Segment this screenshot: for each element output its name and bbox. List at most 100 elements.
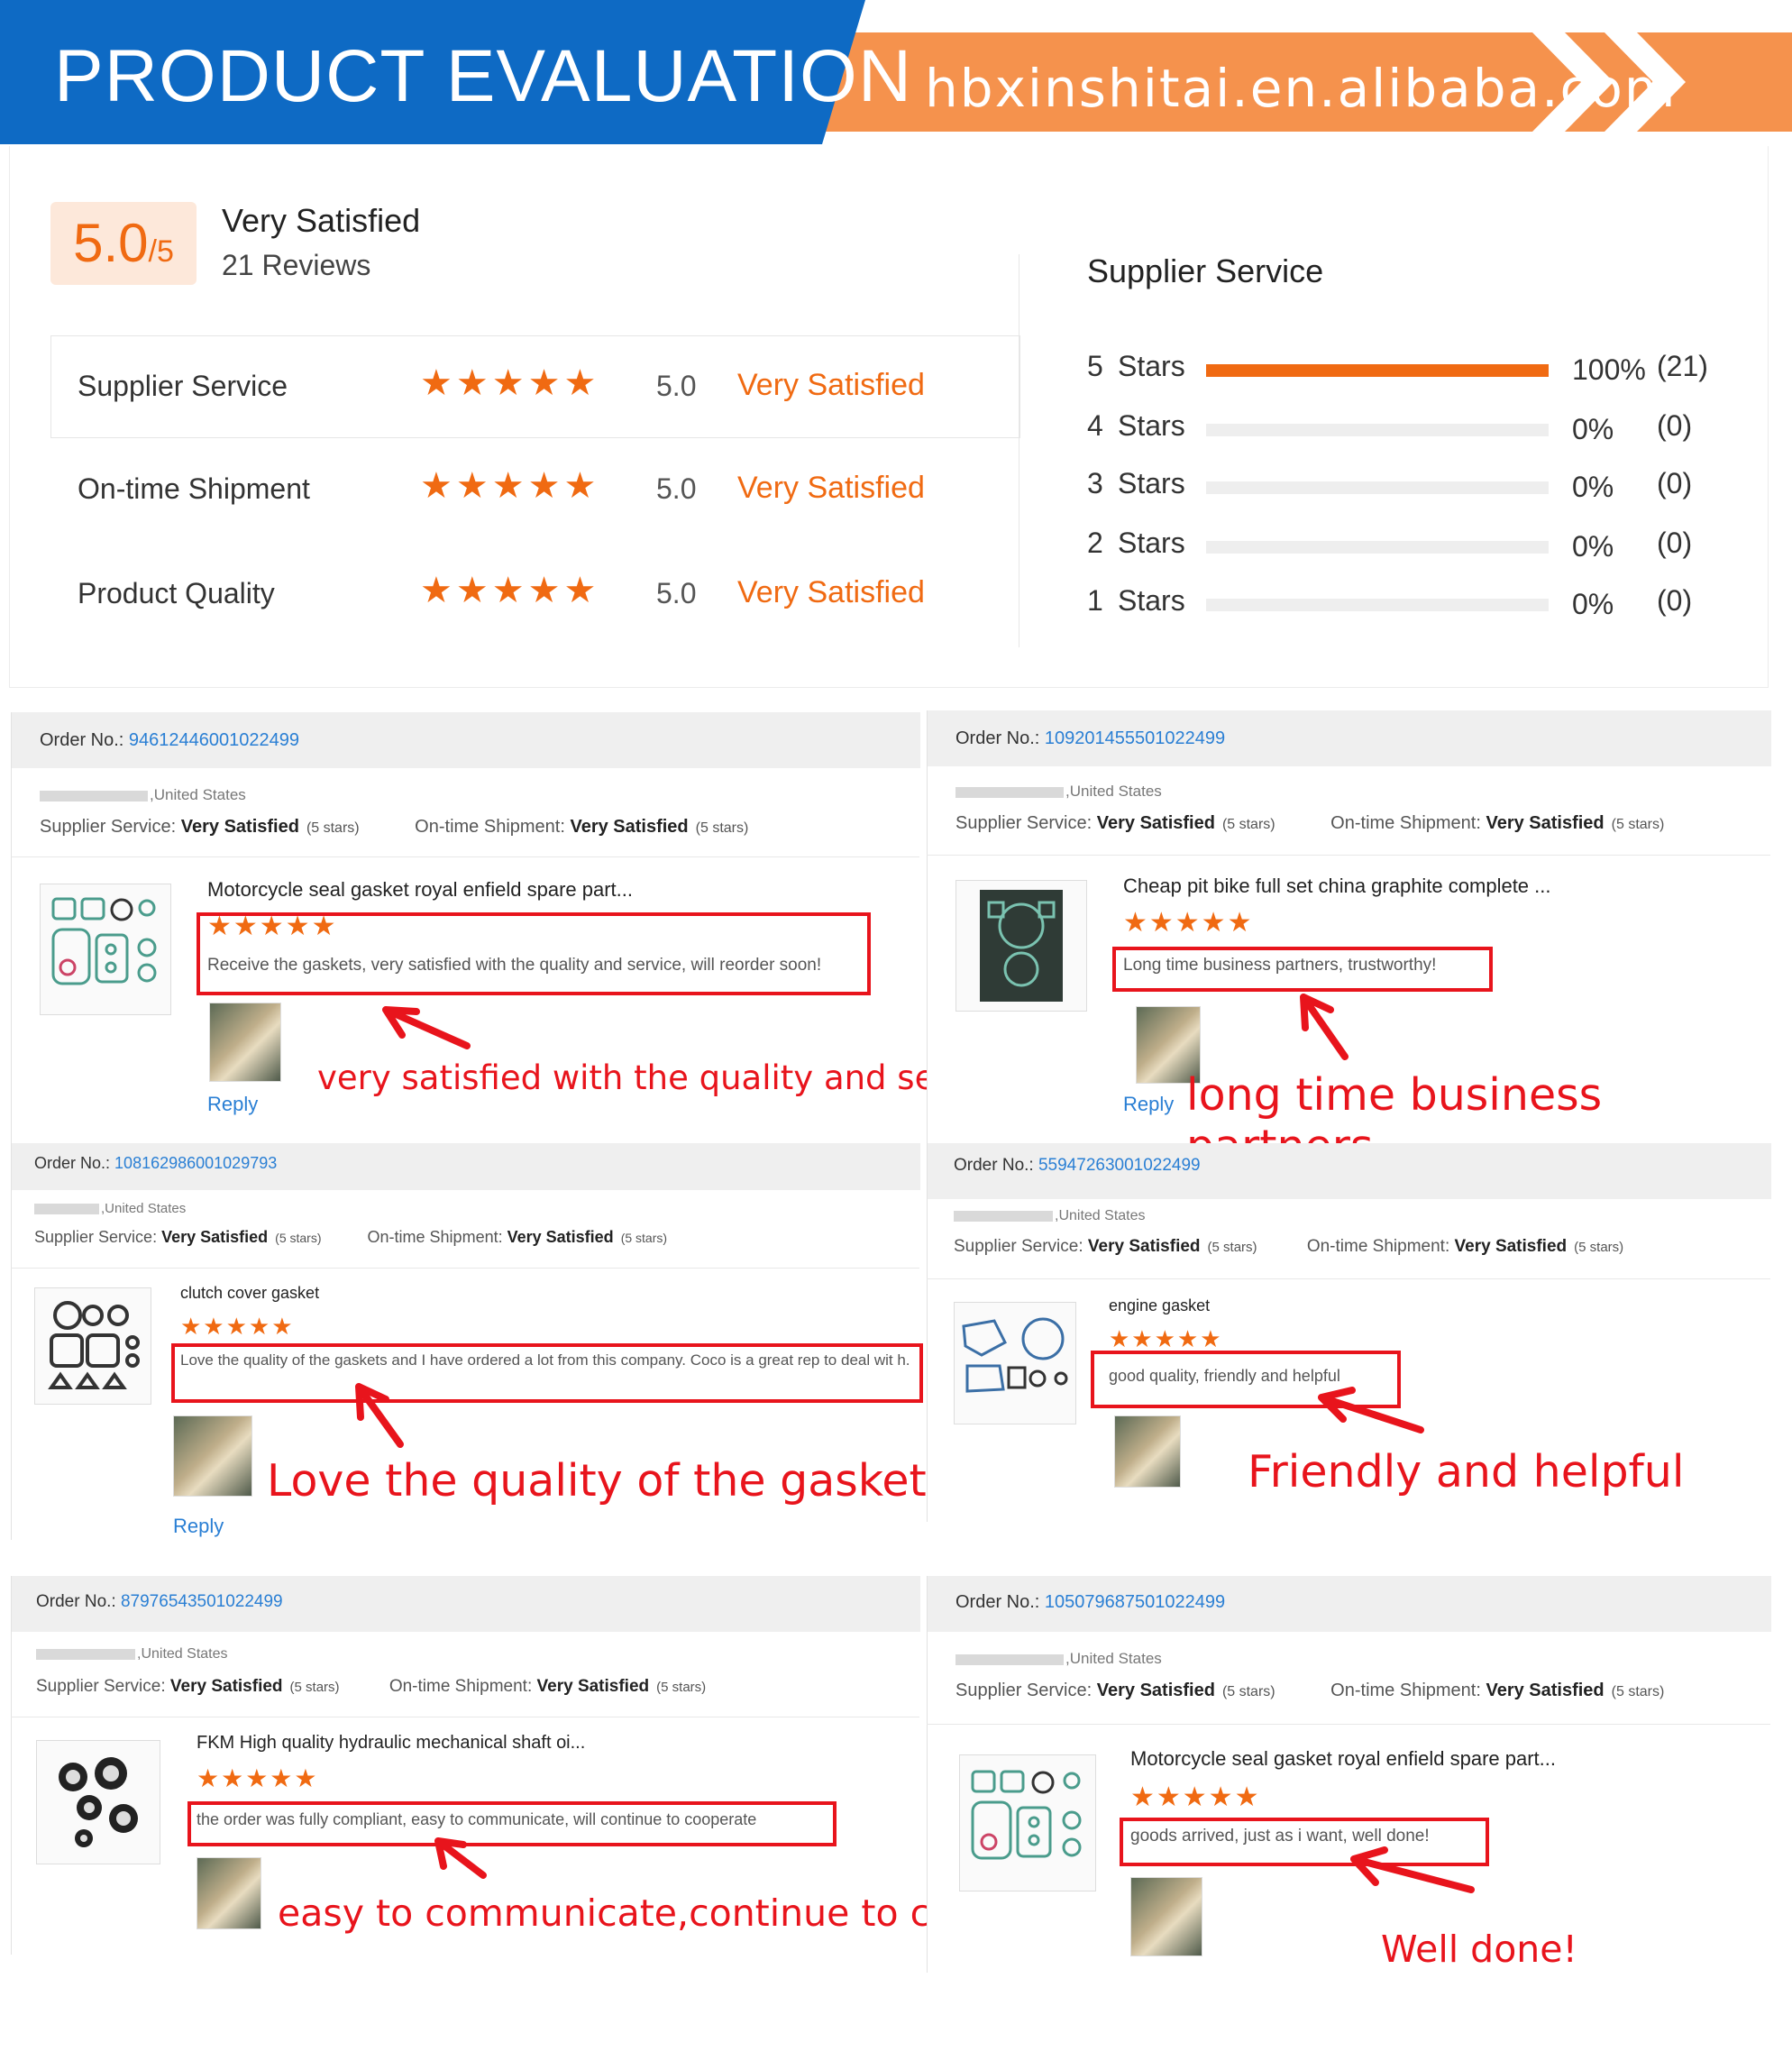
gasket-set-icon xyxy=(962,1317,1068,1393)
star-level-number: 2 xyxy=(1087,527,1103,559)
order-number-value[interactable]: 108162986001029793 xyxy=(114,1154,277,1172)
reply-link[interactable]: Reply xyxy=(1123,1093,1174,1116)
distribution-count: (21) xyxy=(1657,350,1708,382)
store-url: hbxinshitai.en.alibaba.com xyxy=(925,58,1678,119)
order-number[interactable]: Order No.: 87976543501022499 xyxy=(36,1592,283,1612)
review-photo[interactable] xyxy=(1114,1415,1181,1488)
arrow-icon xyxy=(382,1006,471,1049)
review-photo[interactable] xyxy=(209,1003,281,1082)
review-photo[interactable] xyxy=(173,1415,252,1497)
annotation-callout: Well done! xyxy=(1381,1928,1577,1971)
distribution-percent: 0% xyxy=(1572,413,1614,445)
review-text: Love the quality of the gaskets and I ha… xyxy=(180,1351,910,1369)
order-number[interactable]: Order No.: 55947263001022499 xyxy=(954,1156,1201,1176)
overall-score: 5.0 xyxy=(73,213,149,273)
distribution-bar xyxy=(1206,599,1549,611)
product-title[interactable]: Cheap pit bike full set china graphite c… xyxy=(1123,875,1551,898)
order-ratings: Supplier Service: Very Satisfied (5 stars… xyxy=(36,1677,706,1697)
review-photo[interactable] xyxy=(197,1857,261,1929)
distribution-bar-fill xyxy=(1206,364,1549,377)
reply-link[interactable]: Reply xyxy=(173,1515,224,1538)
product-title[interactable]: clutch cover gasket xyxy=(180,1284,319,1303)
distribution-title: Supplier Service xyxy=(1087,252,1324,289)
review-photo[interactable] xyxy=(1130,1877,1202,1956)
order-number-value[interactable]: 109201455501022499 xyxy=(1045,728,1225,748)
reply-link[interactable]: Reply xyxy=(207,1093,258,1116)
separator xyxy=(927,1724,1770,1725)
order-number-label: Order No.: xyxy=(40,730,124,750)
review-stars-icon: ★★★★★ xyxy=(1109,1325,1223,1352)
order-number[interactable]: Order No.: 109201455501022499 xyxy=(955,728,1225,749)
buyer-name-redacted xyxy=(955,1653,1064,1665)
review-stars-icon: ★★★★★ xyxy=(180,1313,295,1340)
product-thumbnail[interactable] xyxy=(959,1754,1096,1891)
order-number-label: Order No.: xyxy=(36,1592,116,1611)
product-thumbnail[interactable] xyxy=(954,1302,1076,1424)
star-level-label: Stars xyxy=(1118,350,1185,382)
shipment-label: On-time Shipment: xyxy=(367,1228,503,1246)
arrow-icon xyxy=(434,1837,487,1879)
shipment-value: Very Satisfied xyxy=(1486,813,1605,833)
shipment-stars: (5 stars) xyxy=(1611,1684,1665,1699)
overall-score-max: /5 xyxy=(148,234,174,269)
annotation-callout: Love the quality of the gasket xyxy=(267,1455,927,1507)
distribution-count: (0) xyxy=(1657,467,1693,499)
product-thumbnail[interactable] xyxy=(40,884,171,1015)
order-number-label: Order No.: xyxy=(955,1592,1040,1612)
gasket-set-icon xyxy=(980,890,1063,1002)
annotation-callout: very satisfied with the quality and serv… xyxy=(317,1058,1017,1097)
product-title[interactable]: FKM High quality hydraulic mechanical sh… xyxy=(197,1733,585,1754)
oil-seal-icon xyxy=(59,1757,138,1847)
buyer-name-redacted xyxy=(36,1648,135,1660)
order-number[interactable]: Order No.: 108162986001029793 xyxy=(34,1154,277,1173)
gasket-set-icon xyxy=(48,1301,140,1389)
order-number-label: Order No.: xyxy=(955,728,1040,748)
supplier-service-label: Supplier Service: xyxy=(954,1237,1083,1256)
category-score: 5.0 xyxy=(656,577,697,609)
separator xyxy=(11,856,919,857)
star-level-number: 4 xyxy=(1087,409,1103,442)
buyer-name-redacted xyxy=(34,1204,99,1215)
supplier-service-value: Very Satisfied xyxy=(1087,1237,1201,1256)
order-number[interactable]: Order No.: 94612446001022499 xyxy=(40,730,299,751)
product-thumbnail[interactable] xyxy=(34,1287,151,1405)
product-title[interactable]: engine gasket xyxy=(1109,1296,1210,1315)
product-title[interactable]: Motorcycle seal gasket royal enfield spa… xyxy=(1130,1747,1556,1771)
supplier-service-value: Very Satisfied xyxy=(161,1228,269,1246)
order-number-label: Order No.: xyxy=(954,1156,1034,1175)
product-thumbnail[interactable] xyxy=(36,1740,160,1864)
review-count: 21 Reviews xyxy=(222,249,371,281)
product-title[interactable]: Motorcycle seal gasket royal enfield spa… xyxy=(207,878,633,902)
order-ratings: Supplier Service: Very Satisfied (5 stars… xyxy=(955,1681,1664,1701)
product-thumbnail[interactable] xyxy=(955,880,1087,1012)
shipment-label: On-time Shipment: xyxy=(415,817,565,837)
review-text: Receive the gaskets, very satisfied with… xyxy=(207,956,822,975)
order-ratings: Supplier Service: Very Satisfied (5 stars… xyxy=(955,813,1664,834)
buyer-country-label: ,United States xyxy=(1065,783,1162,800)
buyer-country: ,United States xyxy=(954,1208,1146,1224)
order-number-value[interactable]: 55947263001022499 xyxy=(1038,1156,1201,1175)
order-number-label: Order No.: xyxy=(34,1154,111,1172)
shipment-stars: (5 stars) xyxy=(1611,817,1665,832)
buyer-country-label: ,United States xyxy=(150,786,246,803)
order-number-value[interactable]: 105079687501022499 xyxy=(1045,1592,1225,1612)
supplier-service-value: Very Satisfied xyxy=(180,817,299,837)
buyer-name-redacted xyxy=(954,1210,1053,1222)
order-ratings: Supplier Service: Very Satisfied (5 stars… xyxy=(34,1228,667,1247)
category-status: Very Satisfied xyxy=(737,575,925,609)
distribution-bar xyxy=(1206,541,1549,554)
review-stars-icon: ★★★★★ xyxy=(1123,908,1254,938)
order-number-value[interactable]: 94612446001022499 xyxy=(129,730,299,750)
shipment-stars: (5 stars) xyxy=(656,1680,707,1695)
shipment-value: Very Satisfied xyxy=(507,1228,614,1246)
supplier-service-stars: (5 stars) xyxy=(1221,817,1275,832)
shipment-value: Very Satisfied xyxy=(1486,1681,1605,1700)
order-number[interactable]: Order No.: 105079687501022499 xyxy=(955,1592,1225,1613)
arrow-icon xyxy=(1318,1387,1424,1433)
supplier-service-value: Very Satisfied xyxy=(169,1677,283,1696)
category-score: 5.0 xyxy=(656,370,697,402)
review-text: Long time business partners, trustworthy… xyxy=(1123,956,1437,975)
supplier-service-label: Supplier Service: xyxy=(34,1228,158,1246)
overall-satisfaction: Very Satisfied xyxy=(222,202,421,239)
order-number-value[interactable]: 87976543501022499 xyxy=(121,1592,283,1611)
